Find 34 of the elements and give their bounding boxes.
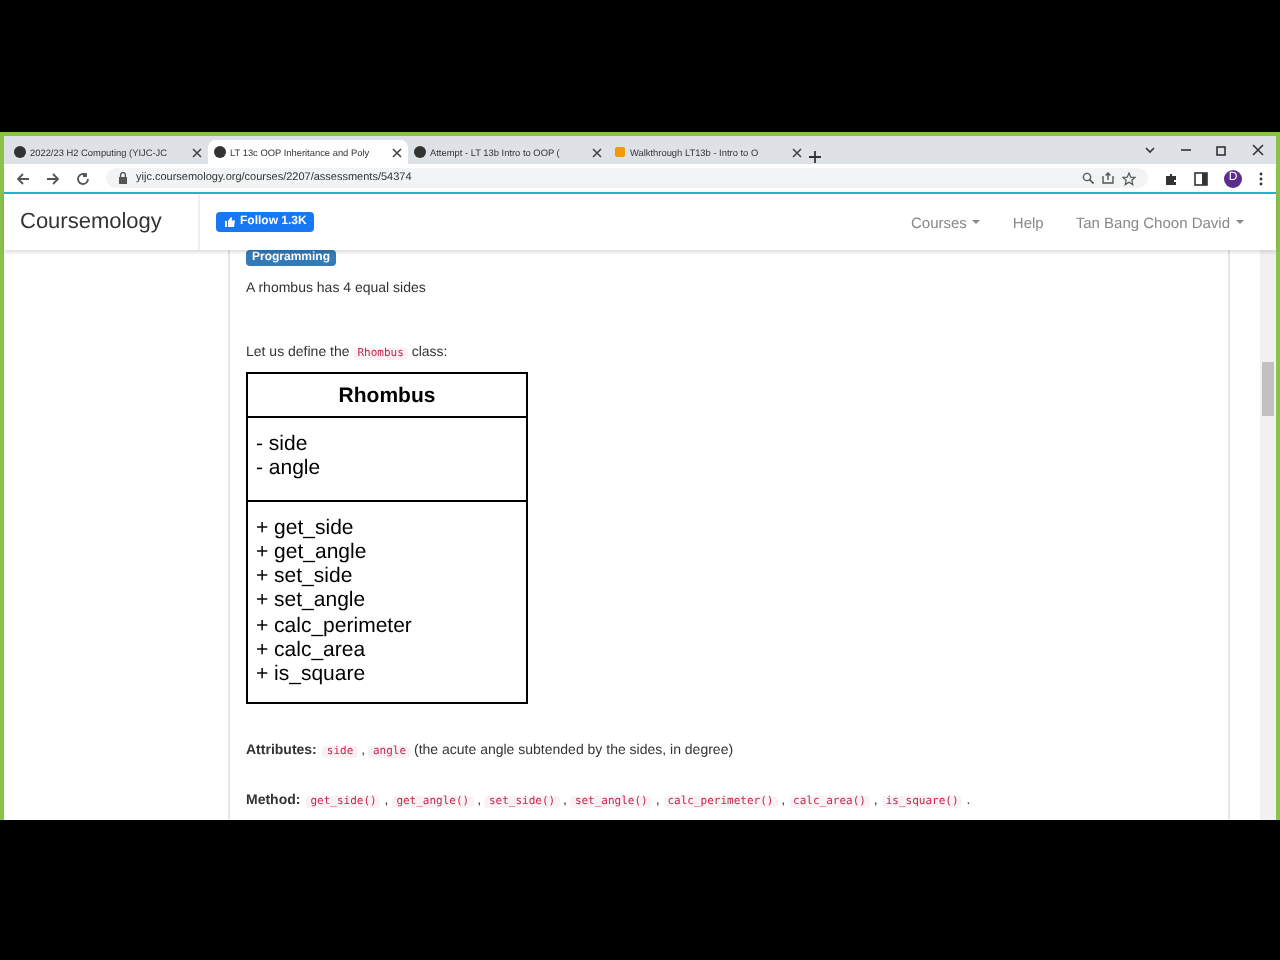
puzzle-icon[interactable] xyxy=(1164,171,1178,185)
star-icon[interactable] xyxy=(1122,171,1136,185)
chevron-down-icon[interactable] xyxy=(1144,144,1156,156)
back-icon[interactable] xyxy=(16,171,30,185)
zoom-icon[interactable] xyxy=(1082,172,1094,184)
close-icon[interactable] xyxy=(392,147,402,157)
method-entry: + set_angle xyxy=(256,588,368,614)
lock-icon[interactable] xyxy=(118,172,128,184)
close-icon[interactable] xyxy=(792,147,802,157)
side-panel-icon[interactable] xyxy=(1194,171,1208,185)
favicon-icon[interactable] xyxy=(414,146,426,158)
forward-icon[interactable] xyxy=(46,171,60,185)
share-icon[interactable] xyxy=(1102,172,1114,184)
new-tab-icon[interactable] xyxy=(808,150,822,164)
favicon-icon[interactable] xyxy=(214,146,226,158)
class-name: Rhombus xyxy=(248,374,526,418)
menu-icon[interactable] xyxy=(1258,171,1264,185)
method-entry: + calc_area xyxy=(256,638,368,663)
method-entry: + set_side xyxy=(256,564,355,589)
method-entry: + get_angle xyxy=(256,539,369,565)
method-entry: + get_side xyxy=(256,515,356,540)
scrollbar[interactable] xyxy=(1260,250,1276,820)
attribute-entry: - side xyxy=(256,432,310,457)
method-entry: + is_square xyxy=(256,662,368,688)
close-icon[interactable] xyxy=(592,147,602,157)
method-entry: + calc_perimeter xyxy=(256,613,414,639)
restore-icon[interactable] xyxy=(1216,144,1228,156)
close-icon[interactable] xyxy=(1252,144,1264,156)
close-icon[interactable] xyxy=(192,147,202,157)
minimize-icon[interactable] xyxy=(1180,144,1192,156)
reload-icon[interactable] xyxy=(76,171,90,185)
attribute-entry: - angle xyxy=(256,456,323,482)
favicon-icon[interactable] xyxy=(14,146,26,158)
thumbs-up-icon xyxy=(224,216,236,228)
